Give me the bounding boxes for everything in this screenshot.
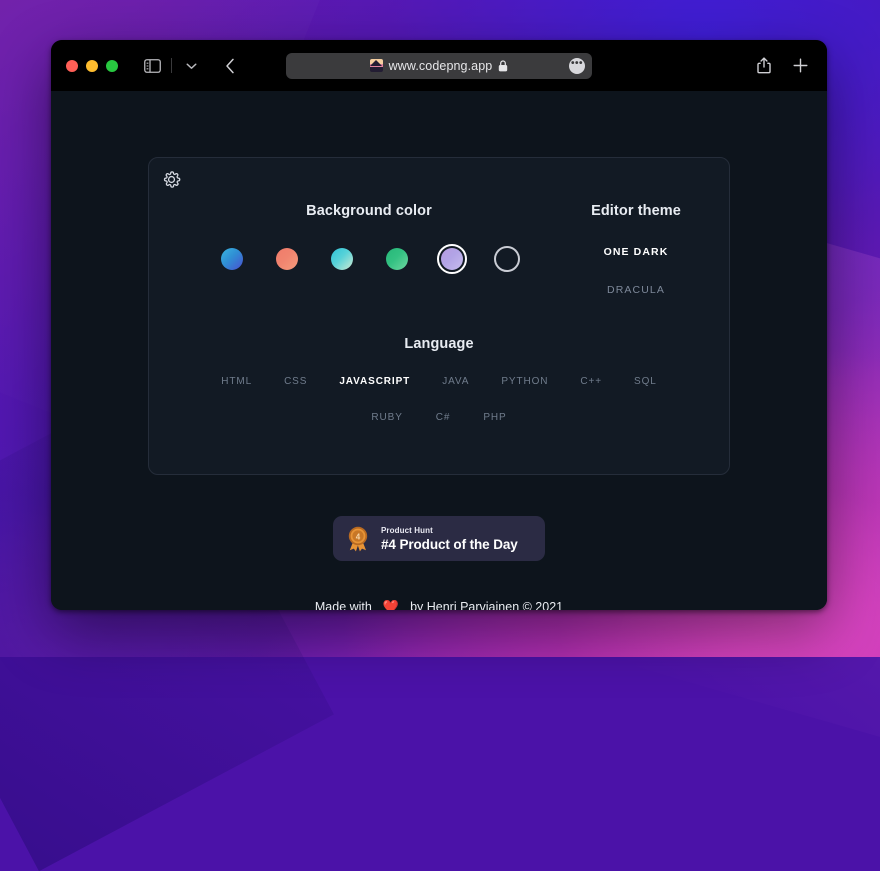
browser-toolbar: www.codepng.app •••: [51, 40, 827, 91]
background-color-swatch-none[interactable]: [492, 244, 522, 274]
browser-window: www.codepng.app •••: [51, 40, 827, 610]
minimize-window-button[interactable]: [86, 60, 98, 72]
language-option-ruby[interactable]: RUBY: [371, 412, 402, 423]
language-row-2: RUBY C# PHP: [169, 412, 709, 423]
url-text: www.codepng.app: [389, 59, 493, 73]
background-color-swatch-blue[interactable]: [217, 244, 247, 274]
background-color-swatch-purple[interactable]: [437, 244, 467, 274]
product-hunt-label: Product Hunt: [381, 525, 518, 536]
heart-icon: ❤️: [383, 599, 399, 610]
maximize-window-button[interactable]: [106, 60, 118, 72]
toolbar-navigation-group: [140, 54, 242, 78]
gear-icon[interactable]: [162, 170, 181, 194]
footer: Made with ❤️ by Henri Parviainen © 2021: [51, 599, 827, 610]
footer-made-with: Made with: [315, 600, 372, 610]
editor-theme-option-dracula[interactable]: DRACULA: [551, 284, 721, 296]
background-color-swatch-green[interactable]: [382, 244, 412, 274]
language-option-html[interactable]: HTML: [221, 376, 252, 387]
close-window-button[interactable]: [66, 60, 78, 72]
back-chevron-icon[interactable]: [218, 54, 242, 78]
settings-panel: Background color Editor theme ONE DARK D…: [148, 157, 730, 475]
editor-theme-section: Editor theme ONE DARK DRACULA: [551, 203, 721, 296]
product-hunt-badge[interactable]: 4 Product Hunt #4 Product of the Day: [333, 516, 545, 561]
product-hunt-title: #4 Product of the Day: [381, 536, 518, 553]
toolbar-divider: [171, 58, 172, 73]
swatch-fill: [441, 248, 463, 270]
language-title: Language: [169, 336, 709, 352]
editor-theme-title: Editor theme: [551, 203, 721, 219]
swatch-none-outline: [494, 246, 520, 272]
address-bar[interactable]: www.codepng.app •••: [286, 53, 592, 79]
lock-icon: [498, 60, 508, 72]
background-color-title: Background color: [195, 203, 543, 219]
sidebar-icon[interactable]: [140, 54, 164, 78]
footer-credit: by Henri Parviainen © 2021: [410, 600, 563, 610]
language-section: Language HTML CSS JAVASCRIPT JAVA PYTHON C++ S…: [169, 336, 709, 423]
svg-text:4: 4: [356, 532, 361, 541]
language-option-java[interactable]: JAVA: [442, 376, 469, 387]
language-option-python[interactable]: PYTHON: [501, 376, 548, 387]
background-color-swatch-cyan[interactable]: [327, 244, 357, 274]
site-favicon: [370, 59, 383, 72]
editor-theme-option-one-dark[interactable]: ONE DARK: [551, 246, 721, 258]
language-option-sql[interactable]: SQL: [634, 376, 657, 387]
background-color-swatch-salmon[interactable]: [272, 244, 302, 274]
swatch-fill: [276, 248, 298, 270]
swatch-fill: [331, 248, 353, 270]
background-color-section: Background color: [195, 203, 543, 274]
plus-icon[interactable]: [788, 54, 812, 78]
language-option-javascript[interactable]: JAVASCRIPT: [339, 376, 410, 387]
language-option-c[interactable]: C#: [436, 412, 451, 423]
page-menu-icon[interactable]: •••: [569, 58, 585, 74]
share-icon[interactable]: [752, 54, 776, 78]
toolbar-right-group: [752, 54, 812, 78]
chevron-down-icon[interactable]: [179, 54, 203, 78]
swatch-fill: [221, 248, 243, 270]
language-option-c[interactable]: C++: [580, 376, 602, 387]
swatch-fill: [386, 248, 408, 270]
page-content: Background color Editor theme ONE DARK D…: [51, 91, 827, 610]
language-row-1: HTML CSS JAVASCRIPT JAVA PYTHON C++ SQL: [169, 376, 709, 387]
product-hunt-text: Product Hunt #4 Product of the Day: [381, 525, 518, 553]
window-traffic-lights: [66, 60, 118, 72]
language-option-css[interactable]: CSS: [284, 376, 307, 387]
background-color-swatch-row: [195, 244, 543, 274]
language-option-php[interactable]: PHP: [483, 412, 506, 423]
medal-icon: 4: [346, 526, 370, 552]
